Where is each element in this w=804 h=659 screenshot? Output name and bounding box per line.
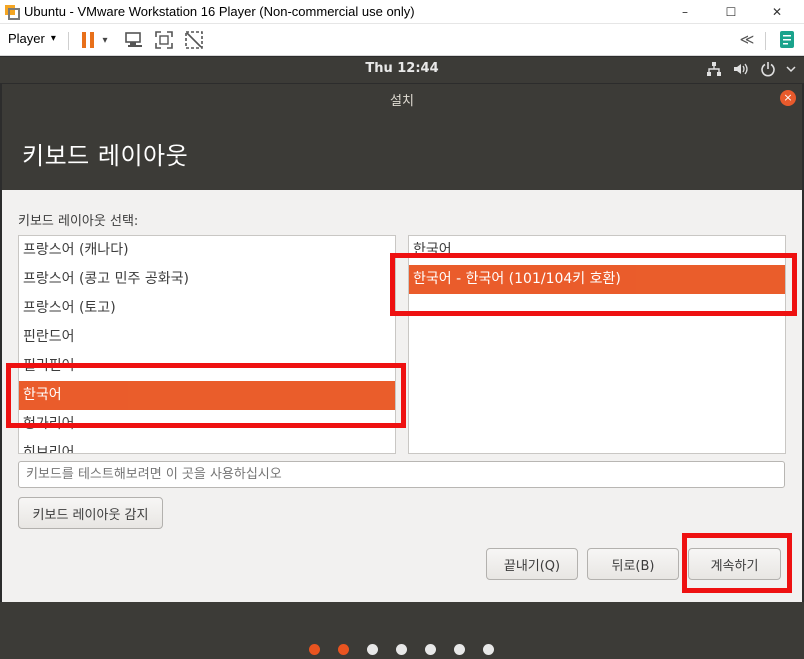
installer-close-button[interactable]: ×: [780, 90, 796, 106]
chevron-down-icon[interactable]: [786, 64, 796, 74]
layout-list-item[interactable]: 프랑스어 (토고): [19, 294, 395, 323]
pause-dropdown-icon[interactable]: ▾: [98, 29, 112, 51]
progress-dot: [396, 644, 407, 655]
installer-footer: [0, 602, 804, 659]
ubuntu-top-bar: Thu 12:44: [0, 57, 804, 83]
progress-dot: [367, 644, 378, 655]
chevron-down-icon: ▾: [50, 33, 56, 44]
progress-dot: [425, 644, 436, 655]
volume-icon[interactable]: [732, 61, 750, 77]
progress-dot: [454, 644, 465, 655]
layout-list-item[interactable]: 히브리어: [19, 439, 395, 453]
back-button[interactable]: 뒤로(B): [587, 548, 679, 580]
network-icon[interactable]: [706, 61, 722, 77]
minimize-button[interactable]: –: [662, 0, 708, 24]
vmware-toolbar: Player ▾ ▾ ≪: [0, 24, 804, 56]
toolbar-divider: [68, 32, 69, 50]
vmware-title-bar: Ubuntu - VMware Workstation 16 Player (N…: [0, 0, 804, 24]
power-icon[interactable]: [760, 61, 776, 77]
player-menu-label: Player: [8, 31, 45, 46]
layout-list-item[interactable]: 프랑스어 (캐나다): [19, 236, 395, 265]
annotation-continue-highlight: [682, 533, 792, 593]
installer-window: 설치 × 키보드 레이아웃 키보드 레이아웃 선택: 프랑스어 (캐나다) 프랑…: [2, 84, 802, 602]
clock[interactable]: Thu 12:44: [0, 61, 804, 76]
progress-dot: [309, 644, 320, 655]
toolbar-divider: [765, 32, 766, 50]
quit-button[interactable]: 끝내기(Q): [486, 548, 578, 580]
fullscreen-icon[interactable]: [153, 29, 175, 51]
keyboard-test-input[interactable]: [18, 461, 785, 488]
detect-layout-button[interactable]: 키보드 레이아웃 감지: [18, 497, 163, 529]
annotation-layout-highlight: [6, 363, 406, 428]
notes-icon[interactable]: [776, 29, 798, 51]
unity-mode-icon[interactable]: [183, 29, 205, 51]
player-menu-button[interactable]: Player ▾: [8, 31, 56, 46]
layout-list-item[interactable]: 핀란드어: [19, 323, 395, 352]
collapse-toolbar-icon[interactable]: ≪: [736, 29, 758, 51]
installer-header: 설치 × 키보드 레이아웃: [2, 84, 802, 190]
installer-window-title: 설치: [390, 94, 414, 109]
system-tray[interactable]: [706, 61, 796, 77]
window-close-button[interactable]: ✕: [754, 0, 800, 24]
layout-select-label: 키보드 레이아웃 선택:: [18, 214, 139, 229]
progress-dot: [483, 644, 494, 655]
layout-list-item[interactable]: 프랑스어 (콩고 민주 공화국): [19, 265, 395, 294]
progress-dot: [338, 644, 349, 655]
send-ctrl-alt-del-icon[interactable]: [123, 29, 145, 51]
vmware-logo-icon: [5, 5, 20, 20]
progress-dots: [0, 644, 804, 656]
pause-icon[interactable]: [77, 29, 99, 51]
vmware-window-title: Ubuntu - VMware Workstation 16 Player (N…: [24, 4, 415, 19]
maximize-button[interactable]: ☐: [708, 0, 754, 24]
page-title: 키보드 레이아웃: [22, 142, 189, 170]
annotation-variant-highlight: [390, 253, 797, 316]
